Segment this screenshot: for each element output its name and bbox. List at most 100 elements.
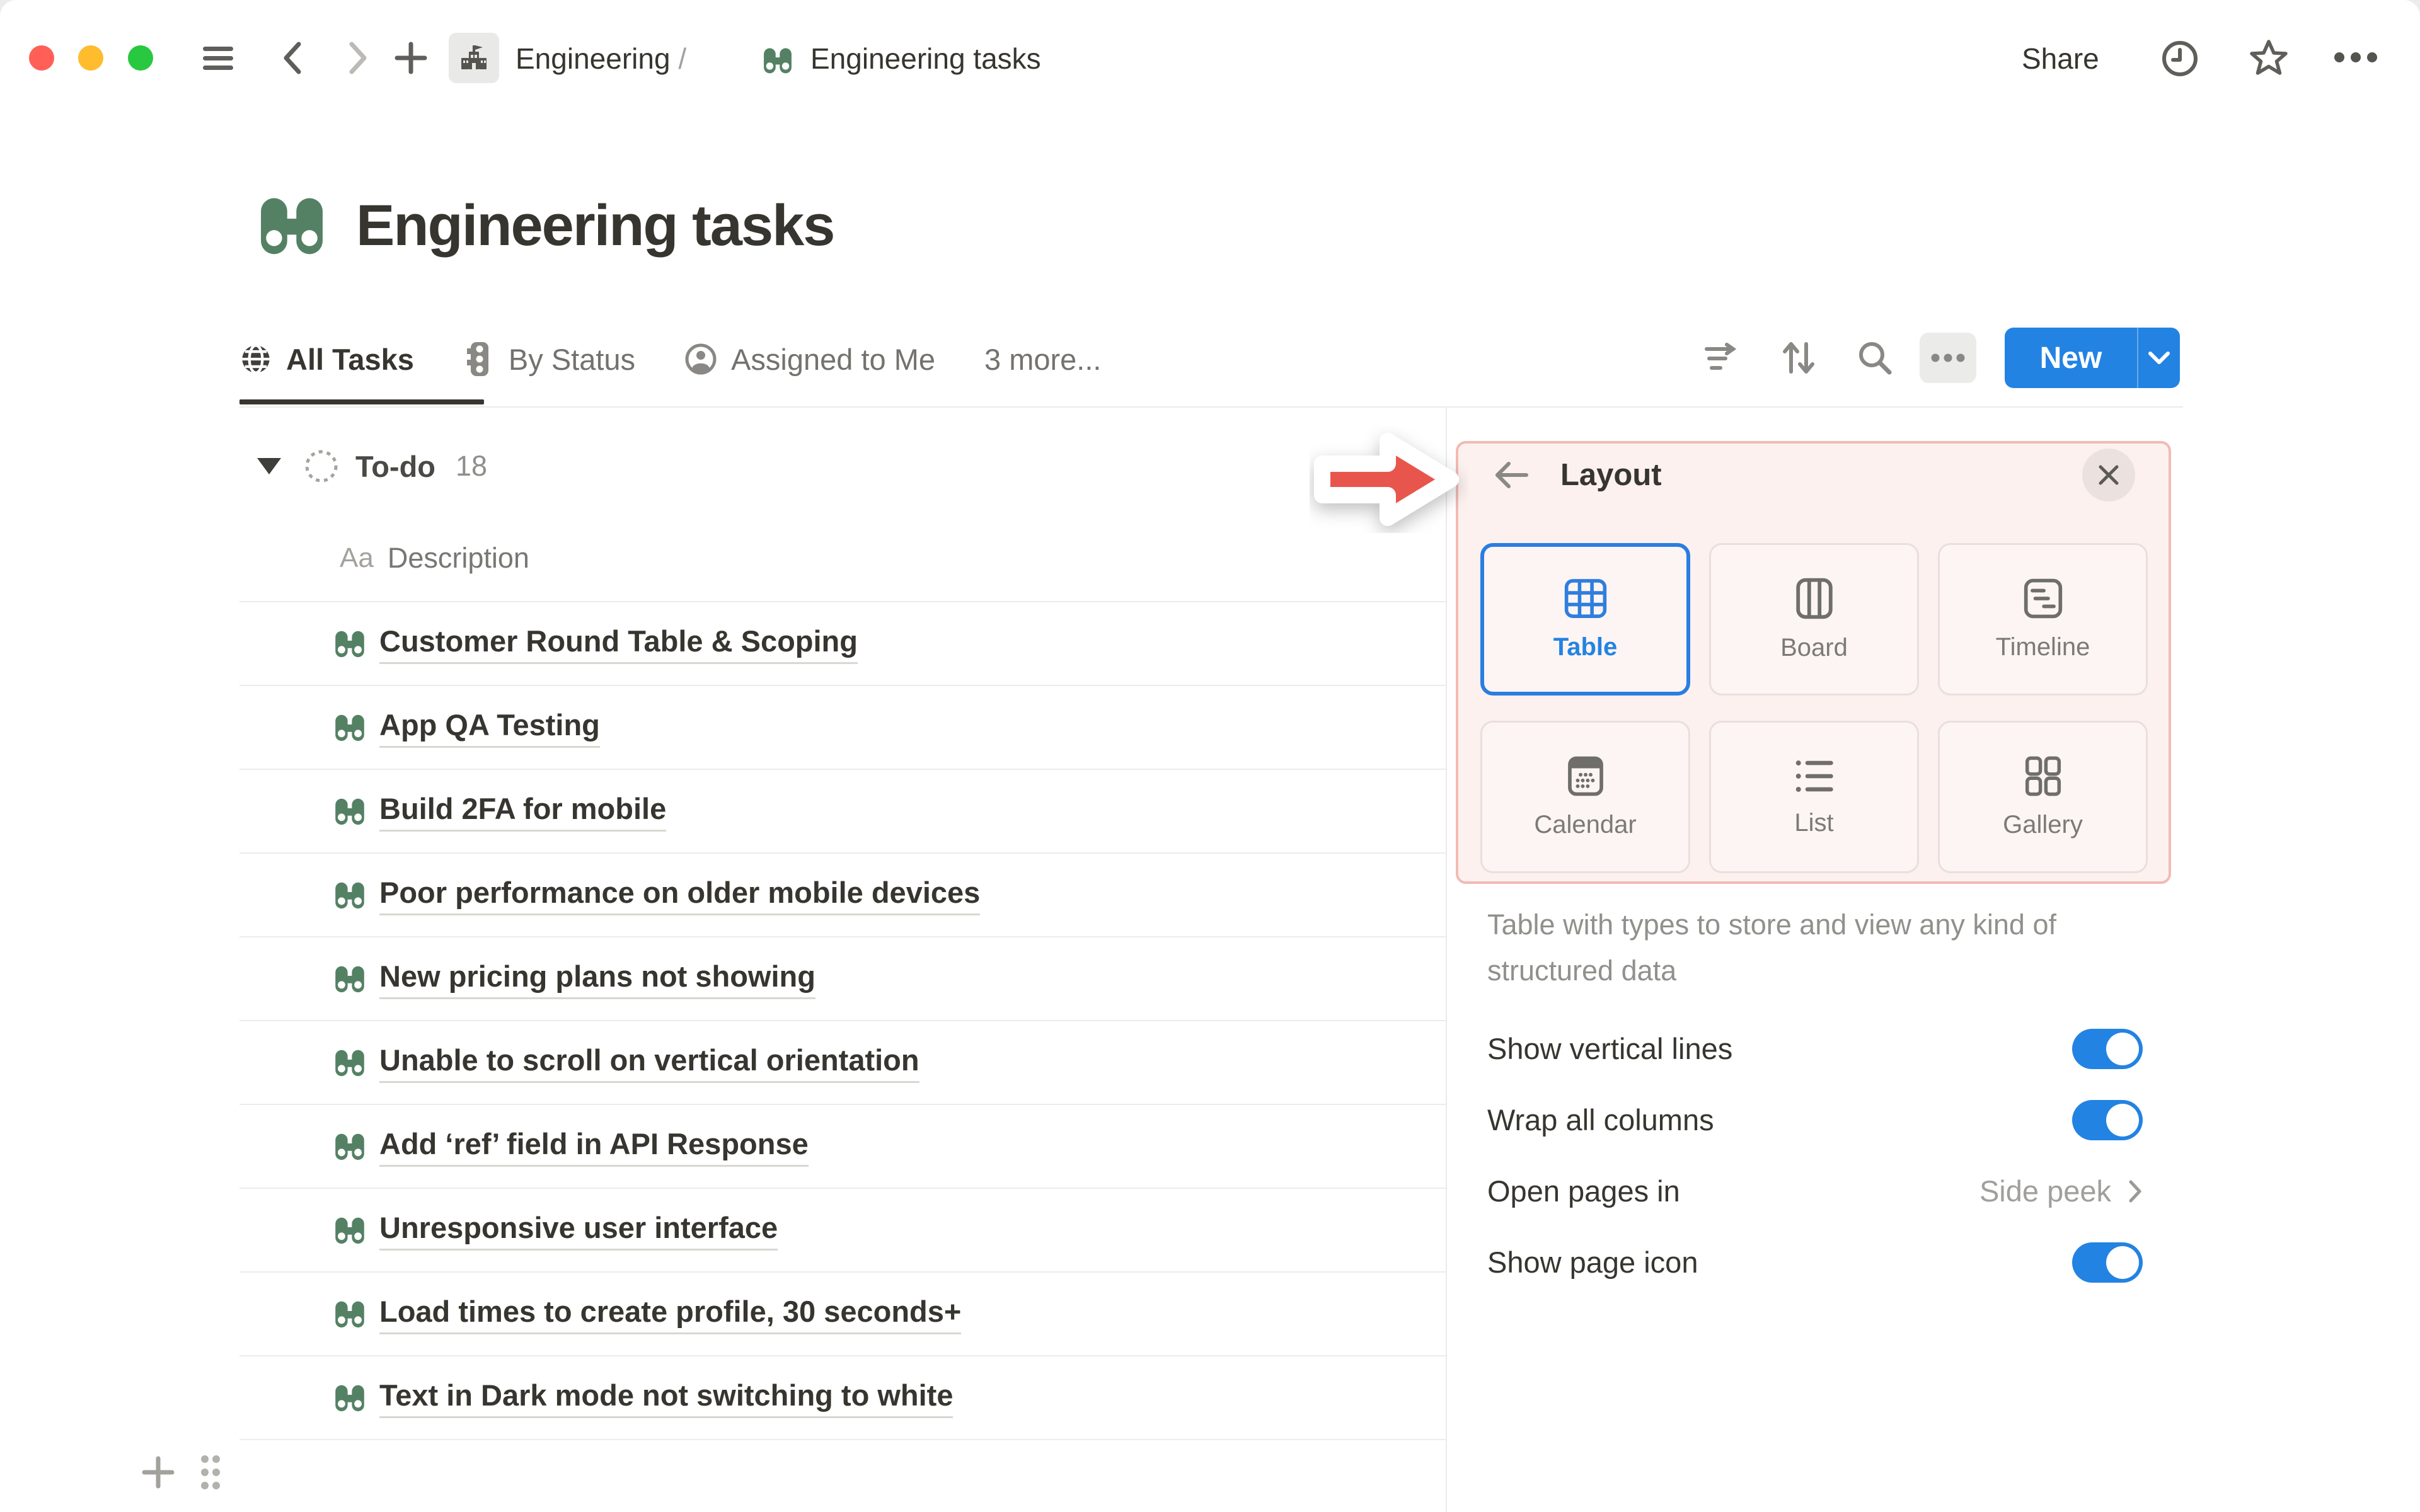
history-clock-icon[interactable] xyxy=(2160,39,2199,78)
tab-assigned-to-me[interactable]: Assigned to Me xyxy=(684,342,935,377)
layout-panel-title: Layout xyxy=(1560,458,1662,492)
traffic-zoom-button[interactable] xyxy=(128,45,153,71)
more-options-icon[interactable] xyxy=(2332,49,2380,66)
row-binoculars-icon xyxy=(333,711,367,745)
new-button[interactable]: New xyxy=(2005,328,2180,388)
group-header-todo[interactable]: To-do 18 xyxy=(257,449,487,484)
filter-icon[interactable] xyxy=(1702,328,1739,388)
breadcrumb-page[interactable]: Engineering tasks xyxy=(810,42,1041,76)
table-row[interactable]: Text in Dark mode not switching to white xyxy=(239,1356,1446,1440)
text-property-icon: Aa xyxy=(340,542,374,573)
row-title-link[interactable]: Unresponsive user interface xyxy=(379,1210,778,1251)
layout-settings: Show vertical lines Wrap all columns Ope… xyxy=(1487,1013,2143,1298)
row-binoculars-icon xyxy=(333,1213,367,1247)
row-title-link[interactable]: Unable to scroll on vertical orientation xyxy=(379,1043,919,1083)
layout-option-label: Gallery xyxy=(2003,810,2083,839)
row-title-link[interactable]: Poor performance on older mobile devices xyxy=(379,875,981,915)
back-icon[interactable] xyxy=(276,39,311,77)
page-title[interactable]: Engineering tasks xyxy=(356,193,835,259)
chevron-right-icon xyxy=(2129,1180,2141,1202)
drag-handle-icon[interactable] xyxy=(198,1453,223,1492)
sort-icon[interactable] xyxy=(1778,328,1819,388)
back-arrow-icon[interactable] xyxy=(1494,461,1530,489)
row-title-link[interactable]: Add ‘ref’ field in API Response xyxy=(379,1126,809,1167)
close-panel-button[interactable] xyxy=(2082,449,2135,501)
row-binoculars-icon xyxy=(333,1381,367,1415)
table-row[interactable]: Customer Round Table & Scoping xyxy=(239,602,1446,686)
row-title-link[interactable]: Build 2FA for mobile xyxy=(379,791,667,832)
add-row-plus-icon[interactable] xyxy=(140,1454,176,1491)
setting-row[interactable]: Show vertical lines xyxy=(1487,1013,2143,1084)
layout-option-board[interactable]: Board xyxy=(1709,543,1919,696)
row-title-link[interactable]: New pricing plans not showing xyxy=(379,959,815,999)
setting-row[interactable]: Wrap all columns xyxy=(1487,1084,2143,1155)
row-title-link[interactable]: Customer Round Table & Scoping xyxy=(379,624,858,664)
new-button-caret[interactable] xyxy=(2138,350,2180,365)
setting-label: Wrap all columns xyxy=(1487,1103,1714,1137)
building-icon xyxy=(461,45,487,69)
toggle-switch[interactable] xyxy=(2072,1028,2143,1069)
favorite-star-icon[interactable] xyxy=(2249,38,2289,78)
row-title-link[interactable]: Load times to create profile, 30 seconds… xyxy=(379,1294,962,1334)
search-icon[interactable] xyxy=(1855,328,1894,388)
table-row[interactable]: New pricing plans not showing xyxy=(239,937,1446,1021)
globe-icon xyxy=(242,344,270,374)
table-row[interactable]: Add ‘ref’ field in API Response xyxy=(239,1105,1446,1189)
tab-label: By Status xyxy=(508,342,636,376)
tab-all-tasks[interactable]: All Tasks xyxy=(239,342,414,377)
layout-option-label: Board xyxy=(1780,633,1848,662)
column-header-label: Description xyxy=(387,542,529,574)
column-header-description[interactable]: Aa Description xyxy=(340,542,529,575)
row-title-link[interactable]: Text in Dark mode not switching to white xyxy=(379,1378,954,1418)
calendar-layout-icon xyxy=(1567,756,1603,796)
layout-option-timeline[interactable]: Timeline xyxy=(1938,543,2148,696)
todo-status-icon xyxy=(305,450,338,483)
table-row[interactable]: Load times to create profile, 30 seconds… xyxy=(239,1273,1446,1356)
new-page-plus-icon[interactable] xyxy=(392,39,430,77)
layout-option-label: Table xyxy=(1553,633,1618,661)
setting-row[interactable]: Show page icon xyxy=(1487,1227,2143,1298)
layout-option-table[interactable]: Table xyxy=(1480,543,1690,696)
setting-label: Show vertical lines xyxy=(1487,1032,1733,1065)
tab-label: All Tasks xyxy=(286,342,414,376)
setting-value[interactable]: Side peek xyxy=(1979,1174,2143,1208)
chevron-down-icon xyxy=(2148,352,2170,364)
toggle-knob xyxy=(2106,1246,2139,1279)
table-row[interactable]: App QA Testing xyxy=(239,686,1446,770)
layout-option-calendar[interactable]: Calendar xyxy=(1480,721,1690,873)
table-row[interactable]: Unable to scroll on vertical orientation xyxy=(239,1021,1446,1105)
tab-by-status[interactable]: By Status xyxy=(463,341,635,377)
tab-label: Assigned to Me xyxy=(731,342,936,376)
toggle-switch[interactable] xyxy=(2072,1242,2143,1283)
table-row[interactable]: Unresponsive user interface xyxy=(239,1189,1446,1273)
layout-option-list[interactable]: List xyxy=(1709,721,1919,873)
layout-option-label: List xyxy=(1794,808,1834,837)
traffic-minimize-button[interactable] xyxy=(78,45,103,71)
table-row[interactable]: Build 2FA for mobile xyxy=(239,770,1446,854)
row-binoculars-icon xyxy=(333,878,367,912)
tab-more-views[interactable]: 3 more... xyxy=(984,342,1101,377)
table-row[interactable]: Poor performance on older mobile devices xyxy=(239,854,1446,937)
share-button[interactable]: Share xyxy=(2022,42,2099,76)
new-button-label: New xyxy=(2039,341,2102,375)
table-rows: Customer Round Table & Scoping App QA Te… xyxy=(239,601,1446,1440)
setting-row[interactable]: Open pages in Side peek xyxy=(1487,1155,2143,1227)
breadcrumb-separator: / xyxy=(678,42,687,75)
teamspace-icon[interactable] xyxy=(449,33,499,83)
page-title-binoculars-icon xyxy=(255,189,328,262)
list-layout-icon xyxy=(1795,760,1833,792)
toggle-switch[interactable] xyxy=(2072,1099,2143,1140)
row-binoculars-icon xyxy=(333,627,367,661)
sidebar-menu-icon[interactable] xyxy=(200,40,236,76)
setting-label: Show page icon xyxy=(1487,1246,1698,1279)
layout-option-gallery[interactable]: Gallery xyxy=(1938,721,2148,873)
setting-label: Open pages in xyxy=(1487,1174,1680,1208)
collapse-triangle-icon[interactable] xyxy=(257,458,281,474)
forward-icon[interactable] xyxy=(339,39,374,77)
traffic-close-button[interactable] xyxy=(29,45,54,71)
breadcrumb-space[interactable]: Engineering / xyxy=(516,42,686,76)
row-title-link[interactable]: App QA Testing xyxy=(379,707,600,748)
group-count: 18 xyxy=(456,450,488,482)
row-binoculars-icon xyxy=(333,962,367,996)
view-options-ellipsis-icon[interactable] xyxy=(1920,333,1976,383)
